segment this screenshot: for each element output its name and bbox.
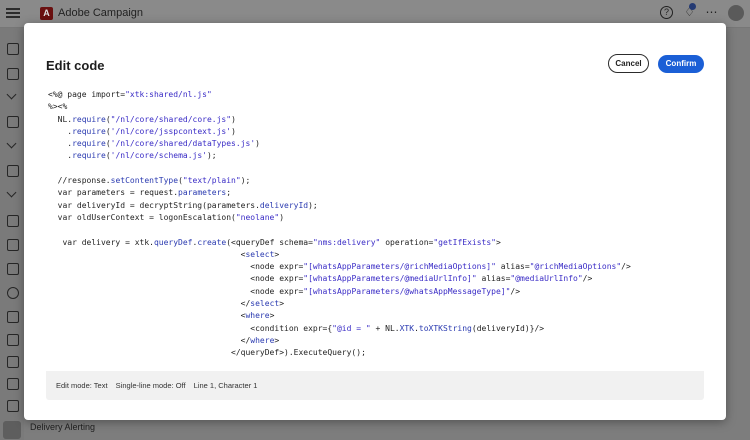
list-icon[interactable] bbox=[7, 356, 19, 368]
code-line: <condition expr={"@id = " + NL.XTK.toXTK… bbox=[48, 323, 545, 333]
avatar[interactable] bbox=[728, 5, 744, 21]
code-line: </select> bbox=[48, 299, 285, 309]
notification-badge bbox=[689, 3, 696, 10]
code-line: <select> bbox=[48, 249, 280, 259]
code-line: <%@ page import="xtk:shared/nl.js" bbox=[48, 90, 212, 99]
admin-icon[interactable] bbox=[7, 378, 19, 390]
code-line: <node expr="[whatsAppParameters/@whatsAp… bbox=[48, 286, 521, 296]
code-line: var parameters = request.parameters; bbox=[48, 188, 232, 198]
dialog-title: Edit code bbox=[46, 58, 105, 73]
code-editor[interactable]: <%@ page import="xtk:shared/nl.js" %><% … bbox=[46, 85, 704, 371]
chevron-down-icon[interactable] bbox=[6, 89, 17, 100]
edit-mode-status: Edit mode: Text bbox=[56, 381, 108, 390]
tools-icon[interactable] bbox=[7, 263, 19, 275]
cursor-position-status: Line 1, Character 1 bbox=[193, 381, 258, 390]
code-line: .require('/nl/core/schema.js'); bbox=[48, 151, 217, 161]
code-line: </where> bbox=[48, 335, 280, 345]
image-icon[interactable] bbox=[7, 215, 19, 227]
code-line: //response.setContentType("text/plain"); bbox=[48, 176, 251, 186]
code-line: var oldUserContext = logonEscalation("ne… bbox=[48, 212, 285, 222]
reports-icon[interactable] bbox=[7, 165, 19, 177]
hamburger-menu-icon[interactable] bbox=[6, 6, 20, 20]
code-line: <node expr="[whatsAppParameters/@mediaUr… bbox=[48, 274, 593, 284]
left-navigation-rail bbox=[0, 28, 24, 440]
app-title: Adobe Campaign bbox=[58, 7, 144, 19]
adobe-logo-icon: A bbox=[40, 7, 53, 20]
message-icon[interactable] bbox=[7, 116, 19, 128]
chevron-down-icon[interactable] bbox=[6, 187, 17, 198]
code-line: NL.require("/nl/core/shared/core.js") bbox=[48, 114, 236, 124]
code-line: <node expr="[whatsAppParameters/@richMed… bbox=[48, 262, 631, 272]
code-line: %><% bbox=[48, 102, 68, 112]
history-icon[interactable] bbox=[7, 287, 19, 299]
help-icon[interactable]: ? bbox=[660, 6, 673, 19]
active-nav-item[interactable] bbox=[3, 421, 21, 439]
sidebar-item-delivery-alerting[interactable]: Delivery Alerting bbox=[30, 422, 95, 432]
home-icon[interactable] bbox=[7, 43, 19, 55]
workflow-icon[interactable] bbox=[7, 311, 19, 323]
cancel-button[interactable]: Cancel bbox=[608, 54, 649, 73]
single-line-mode-status: Single-line mode: Off bbox=[115, 381, 186, 390]
code-line: .require('/nl/core/shared/dataTypes.js') bbox=[48, 139, 260, 149]
settings-icon[interactable] bbox=[7, 334, 19, 346]
code-line: var delivery = xtk.queryDef.create(<quer… bbox=[48, 237, 501, 247]
chevron-down-icon[interactable] bbox=[6, 138, 17, 149]
campaign-icon[interactable] bbox=[7, 68, 19, 80]
code-line: <where> bbox=[48, 311, 275, 321]
code-line: .require('/nl/core/jsspcontext.js') bbox=[48, 126, 236, 136]
code-content[interactable]: <%@ page import="xtk:shared/nl.js" %><% … bbox=[46, 85, 704, 371]
code-line: var deliveryId = decryptString(parameter… bbox=[48, 200, 318, 210]
editor-status-bar: Edit mode: Text Single-line mode: Off Li… bbox=[46, 371, 704, 400]
apps-grid-icon[interactable]: ⋯ bbox=[705, 6, 718, 19]
document-settings-icon[interactable] bbox=[7, 400, 19, 412]
edit-code-dialog: Edit code Cancel Confirm <%@ page import… bbox=[24, 23, 726, 420]
import-icon[interactable] bbox=[7, 239, 19, 251]
code-line: </queryDef>).ExecuteQuery(); bbox=[231, 348, 366, 358]
confirm-button[interactable]: Confirm bbox=[658, 55, 704, 73]
